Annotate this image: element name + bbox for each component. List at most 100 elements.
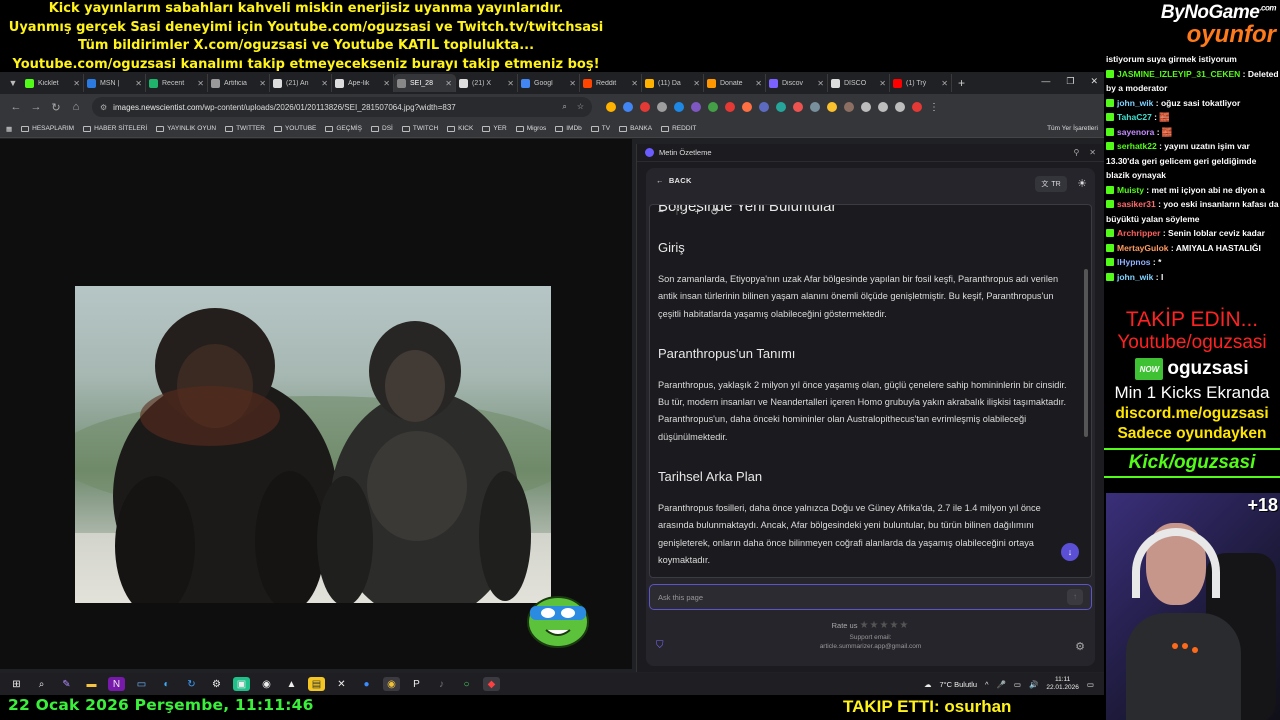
tab-close-icon[interactable]: ✕ (631, 79, 638, 88)
extension-icon[interactable] (691, 102, 701, 112)
tab-close-icon[interactable]: ✕ (941, 79, 948, 88)
increase-font-icon[interactable]: + (695, 207, 701, 218)
tab-close-icon[interactable]: ✕ (755, 79, 762, 88)
extension-icon[interactable] (827, 102, 837, 112)
forward-arrow-icon[interactable]: → (26, 101, 46, 113)
close-panel-icon[interactable]: ✕ (1089, 148, 1096, 157)
browser-tab[interactable]: Reddit ✕ (580, 74, 642, 92)
back-button[interactable]: ← BACK (656, 176, 692, 185)
monitor-icon[interactable]: ▭ (133, 677, 150, 691)
site-info-icon[interactable]: ⚙ (100, 103, 107, 112)
extension-icon[interactable] (844, 102, 854, 112)
tab-close-icon[interactable]: ✕ (879, 79, 886, 88)
scroll-down-button[interactable]: ↓ (1061, 543, 1079, 561)
maximize-icon[interactable]: ❐ (1066, 76, 1074, 87)
tab-close-icon[interactable]: ✕ (507, 79, 514, 88)
extension-icon[interactable] (674, 102, 684, 112)
tab-close-icon[interactable]: ✕ (445, 79, 452, 88)
chat-username[interactable]: serhatk22 (1117, 141, 1157, 151)
file-explorer-icon[interactable]: ▬ (83, 677, 100, 691)
reset-font-icon[interactable]: ↺ (710, 207, 718, 218)
app-green-icon[interactable]: ○ (458, 677, 475, 691)
extension-icon[interactable] (725, 102, 735, 112)
bookmark-item[interactable]: YER (482, 125, 507, 132)
extension-icon[interactable] (861, 102, 871, 112)
extension-icon[interactable] (776, 102, 786, 112)
bookmark-item[interactable]: YOUTUBE (273, 125, 316, 132)
extension-icon[interactable] (708, 102, 718, 112)
extension-icon[interactable] (878, 102, 888, 112)
browser-tab[interactable]: (21) An ✕ (270, 74, 332, 92)
apps-grid-icon[interactable]: ▦ (6, 125, 12, 133)
tab-close-icon[interactable]: ✕ (321, 79, 328, 88)
browser-tab[interactable]: Recent ✕ (146, 74, 208, 92)
xsplit-icon[interactable]: ✕ (333, 677, 350, 691)
tab-close-icon[interactable]: ✕ (259, 79, 266, 88)
tab-close-icon[interactable]: ✕ (383, 79, 390, 88)
menu-icon[interactable]: ⋮ (929, 102, 939, 113)
clock[interactable]: 11:11 22.01.2026 (1046, 676, 1079, 692)
all-bookmarks[interactable]: Tüm Yer İşaretleri (1047, 125, 1098, 132)
recording-icon[interactable]: ◆ (483, 677, 500, 691)
tab-close-icon[interactable]: ✕ (135, 79, 142, 88)
rating-stars[interactable]: ★★★★★ (860, 620, 910, 631)
send-icon[interactable]: ↑ (1067, 589, 1083, 605)
music-icon[interactable]: ♪ (433, 677, 450, 691)
unity-icon[interactable]: ▲ (283, 677, 300, 691)
tab-close-icon[interactable]: ✕ (73, 79, 80, 88)
support-email[interactable]: article.summarizer.app@gmail.com (646, 642, 1095, 651)
browser-tab[interactable]: Kicklet ✕ (22, 74, 84, 92)
extension-icon[interactable] (895, 102, 905, 112)
edge-icon[interactable]: ◐ (158, 677, 175, 691)
scrollbar[interactable] (1084, 269, 1088, 437)
bookmark-item[interactable]: HABER SİTELERİ (83, 125, 147, 132)
bookmark-item[interactable]: TWITTER (225, 125, 265, 132)
extension-icon[interactable] (810, 102, 820, 112)
tab-close-icon[interactable]: ✕ (197, 79, 204, 88)
reload-icon[interactable]: ↻ (46, 101, 66, 114)
browser-tab[interactable]: Googl ✕ (518, 74, 580, 92)
browser-tab[interactable]: Discov ✕ (766, 74, 828, 92)
bookmark-item[interactable]: HESAPLARIM (21, 125, 74, 132)
weather-label[interactable]: 7°C Bulutlu (939, 680, 977, 689)
tab-search-icon[interactable]: ▼ (4, 75, 22, 91)
app-p-icon[interactable]: P (408, 677, 425, 691)
tab-close-icon[interactable]: ✕ (569, 79, 576, 88)
bookmark-item[interactable]: TV (590, 125, 610, 132)
mic-icon[interactable]: 🎤 (997, 680, 1006, 689)
network-icon[interactable]: ▭ (1014, 680, 1021, 689)
chat-username[interactable]: john_wik (1117, 98, 1153, 108)
extension-icon[interactable] (742, 102, 752, 112)
bookmark-item[interactable]: YAYINLIK OYUN (156, 125, 216, 132)
search-icon[interactable]: ⌕ (33, 677, 50, 691)
bookmark-item[interactable]: TWITCH (401, 125, 438, 132)
browser-tab[interactable]: DISCO ✕ (828, 74, 890, 92)
chat-username[interactable]: lHypnos (1117, 257, 1151, 267)
browser-tab[interactable]: Artificia ✕ (208, 74, 270, 92)
extension-icon[interactable] (606, 102, 616, 112)
extension-icon[interactable] (623, 102, 633, 112)
bookmark-item[interactable]: GEÇMİŞ (325, 125, 362, 132)
settings-icon[interactable]: ⚙ (208, 677, 225, 691)
tab-close-icon[interactable]: ✕ (693, 79, 700, 88)
bookmark-item[interactable]: KICK (447, 125, 473, 132)
pin-icon[interactable]: ⚲ (1073, 148, 1079, 157)
profile-avatar[interactable] (912, 102, 922, 112)
camera-icon[interactable]: ◉ (258, 677, 275, 691)
bookmark-item[interactable]: Migros (515, 125, 546, 132)
new-tab-icon[interactable]: + (958, 76, 965, 90)
speaker-icon[interactable]: 🔊 (1029, 680, 1038, 689)
tab-close-icon[interactable]: ✕ (817, 79, 824, 88)
browser-tab[interactable]: Donate ✕ (704, 74, 766, 92)
bookmark-item[interactable]: IMDb (555, 125, 582, 132)
bookmark-star-icon[interactable]: ☆ (577, 102, 584, 112)
start-icon[interactable]: ⊞ (8, 677, 25, 691)
back-arrow-icon[interactable]: ← (6, 101, 26, 113)
browser-tab[interactable]: Ape-lik ✕ (332, 74, 394, 92)
chrome-icon[interactable]: ◉ (383, 677, 400, 691)
extension-icon[interactable] (657, 102, 667, 112)
chat-username[interactable]: john_wik (1117, 272, 1153, 282)
bookmark-item[interactable]: DSİ (371, 125, 393, 132)
notification-icon[interactable]: ▭ (1087, 680, 1094, 689)
chat-username[interactable]: Muisty (1117, 185, 1144, 195)
